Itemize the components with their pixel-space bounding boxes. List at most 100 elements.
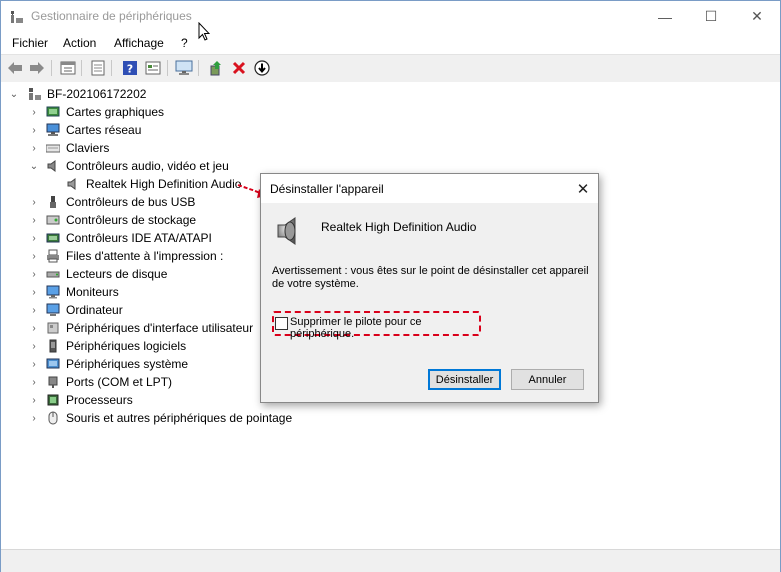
maximize-button[interactable]: ☐ bbox=[688, 1, 734, 32]
tree-category-item[interactable]: › Files d'attente à l'impression : bbox=[1, 247, 301, 265]
tree-root-label: BF-202106172202 bbox=[47, 87, 147, 101]
expand-chevron-icon[interactable]: › bbox=[29, 283, 39, 301]
expand-chevron-icon[interactable]: › bbox=[29, 229, 39, 247]
update-driver-button[interactable] bbox=[207, 59, 225, 77]
port-icon bbox=[46, 375, 60, 389]
expand-chevron-icon[interactable]: › bbox=[29, 319, 39, 337]
tree-category-item[interactable]: › Contrôleurs de stockage bbox=[1, 211, 301, 229]
properties-icon bbox=[60, 61, 76, 75]
tree-item-label: Ordinateur bbox=[66, 303, 123, 317]
printer-icon bbox=[46, 249, 60, 263]
tree-item-label: Processeurs bbox=[66, 393, 133, 407]
toolbar-separator bbox=[198, 60, 199, 76]
expand-chevron-icon[interactable]: › bbox=[29, 301, 39, 319]
tree-category-item[interactable]: › Claviers bbox=[1, 139, 301, 157]
tree-item-label: Realtek High Definition Audio bbox=[86, 177, 242, 191]
tree-category-item[interactable]: › Contrôleurs IDE ATA/ATAPI bbox=[1, 229, 301, 247]
minimize-icon: — bbox=[658, 8, 672, 25]
close-icon: ✕ bbox=[576, 180, 590, 198]
tree-category-item[interactable]: › Cartes graphiques bbox=[1, 103, 301, 121]
view-button[interactable] bbox=[144, 59, 162, 77]
expand-chevron-icon[interactable]: › bbox=[29, 337, 39, 355]
back-button[interactable] bbox=[6, 59, 24, 77]
menu-affichage[interactable]: Affichage bbox=[114, 36, 164, 50]
maximize-icon: ☐ bbox=[704, 8, 718, 24]
properties-button[interactable] bbox=[59, 59, 77, 77]
tree-category-item[interactable]: › Souris et autres périphériques de point… bbox=[1, 409, 301, 427]
mouse-icon bbox=[46, 411, 60, 425]
expand-chevron-icon[interactable]: › bbox=[29, 193, 39, 211]
tree-category-item[interactable]: › Ports (COM et LPT) bbox=[1, 373, 301, 391]
tree-item-label: Cartes graphiques bbox=[66, 105, 165, 119]
uninstall-confirm-button[interactable]: Désinstaller bbox=[428, 369, 501, 390]
toolbar: ? bbox=[1, 54, 780, 83]
tree-item-label: Cartes réseau bbox=[66, 123, 142, 137]
delete-driver-label[interactable]: Supprimer le pilote pour ce périphérique… bbox=[290, 316, 479, 340]
dialog-title-bar: Désinstaller l'appareil ✕ bbox=[261, 174, 598, 203]
menu-action[interactable]: Action bbox=[63, 36, 96, 50]
expand-chevron-icon[interactable]: › bbox=[29, 355, 39, 373]
speaker-icon bbox=[66, 177, 80, 191]
computer-icon bbox=[46, 303, 60, 317]
audio-icon bbox=[46, 159, 60, 173]
expand-chevron-icon[interactable]: › bbox=[29, 139, 39, 157]
tree-category-item[interactable]: › Processeurs bbox=[1, 391, 301, 409]
expand-chevron-icon[interactable]: › bbox=[29, 265, 39, 283]
disable-button[interactable] bbox=[253, 59, 271, 77]
expand-chevron-icon[interactable]: › bbox=[29, 409, 39, 427]
close-icon: ✕ bbox=[751, 8, 763, 24]
dialog-warning: Avertissement : vous êtes sur le point d… bbox=[272, 265, 589, 290]
status-bar bbox=[1, 549, 780, 572]
menu-help[interactable]: ? bbox=[181, 36, 188, 50]
expand-chevron-icon[interactable]: › bbox=[29, 247, 39, 265]
menu-fichier[interactable]: Fichier bbox=[12, 36, 48, 50]
forward-button[interactable] bbox=[28, 59, 46, 77]
tree-category-item[interactable]: › Périphériques système bbox=[1, 355, 301, 373]
tree-category-item[interactable]: › Cartes réseau bbox=[1, 121, 301, 139]
dialog-close-button[interactable]: ✕ bbox=[568, 174, 598, 203]
print-button[interactable] bbox=[89, 59, 107, 77]
svg-text:?: ? bbox=[127, 63, 133, 76]
expand-chevron-icon[interactable]: › bbox=[29, 103, 39, 121]
help-button[interactable]: ? bbox=[121, 59, 139, 77]
expand-chevron-icon[interactable]: › bbox=[29, 121, 39, 139]
tree-item-label: Périphériques système bbox=[66, 357, 189, 371]
tree-category-item[interactable]: ⌄ Contrôleurs audio, vidéo et jeu bbox=[1, 157, 301, 175]
collapse-chevron-icon[interactable]: ⌄ bbox=[29, 157, 39, 175]
cancel-button[interactable]: Annuler bbox=[511, 369, 584, 390]
minimize-button[interactable]: — bbox=[642, 1, 688, 32]
delete-driver-checkbox[interactable] bbox=[275, 317, 288, 330]
tree-item-label: Files d'attente à l'impression : bbox=[66, 249, 224, 263]
tree-root[interactable]: ⌄ BF-202106172202 bbox=[1, 85, 301, 103]
expand-chevron-icon[interactable]: › bbox=[29, 391, 39, 409]
expand-chevron-icon[interactable]: › bbox=[29, 373, 39, 391]
tree-category-item[interactable]: › Périphériques d'interface utilisateur bbox=[1, 319, 301, 337]
storage-icon bbox=[46, 213, 60, 227]
view-icon bbox=[145, 61, 161, 75]
system-icon bbox=[46, 357, 60, 371]
title-bar: Gestionnaire de périphériques — ☐ ✕ bbox=[1, 1, 780, 32]
tree-category-item[interactable]: › Périphériques logiciels bbox=[1, 337, 301, 355]
collapse-chevron-icon[interactable]: ⌄ bbox=[9, 85, 19, 103]
tree-item-label: Périphériques d'interface utilisateur bbox=[66, 321, 254, 335]
tree-category-item[interactable]: › Moniteurs bbox=[1, 283, 301, 301]
tree-item-label: Lecteurs de disque bbox=[66, 267, 168, 281]
keyboard-icon bbox=[45, 141, 61, 155]
device-manager-icon bbox=[9, 9, 25, 25]
scan-hardware-button[interactable] bbox=[175, 59, 193, 77]
hid-icon bbox=[46, 321, 60, 335]
network-adapter-icon bbox=[46, 123, 60, 137]
dialog-title: Désinstaller l'appareil bbox=[270, 182, 384, 196]
monitor-icon bbox=[175, 60, 193, 75]
tree-category-item[interactable]: › Ordinateur bbox=[1, 301, 301, 319]
back-icon bbox=[8, 62, 22, 74]
toolbar-separator bbox=[111, 60, 112, 76]
toolbar-separator bbox=[81, 60, 82, 76]
uninstall-button[interactable] bbox=[230, 59, 248, 77]
tree-item-label: Souris et autres périphériques de pointa… bbox=[66, 411, 293, 425]
expand-chevron-icon[interactable]: › bbox=[29, 211, 39, 229]
tree-category-item[interactable]: › Lecteurs de disque bbox=[1, 265, 301, 283]
close-button[interactable]: ✕ bbox=[734, 1, 780, 32]
ide-icon bbox=[46, 231, 60, 245]
menu-bar: Fichier Action Affichage ? bbox=[1, 21, 780, 54]
